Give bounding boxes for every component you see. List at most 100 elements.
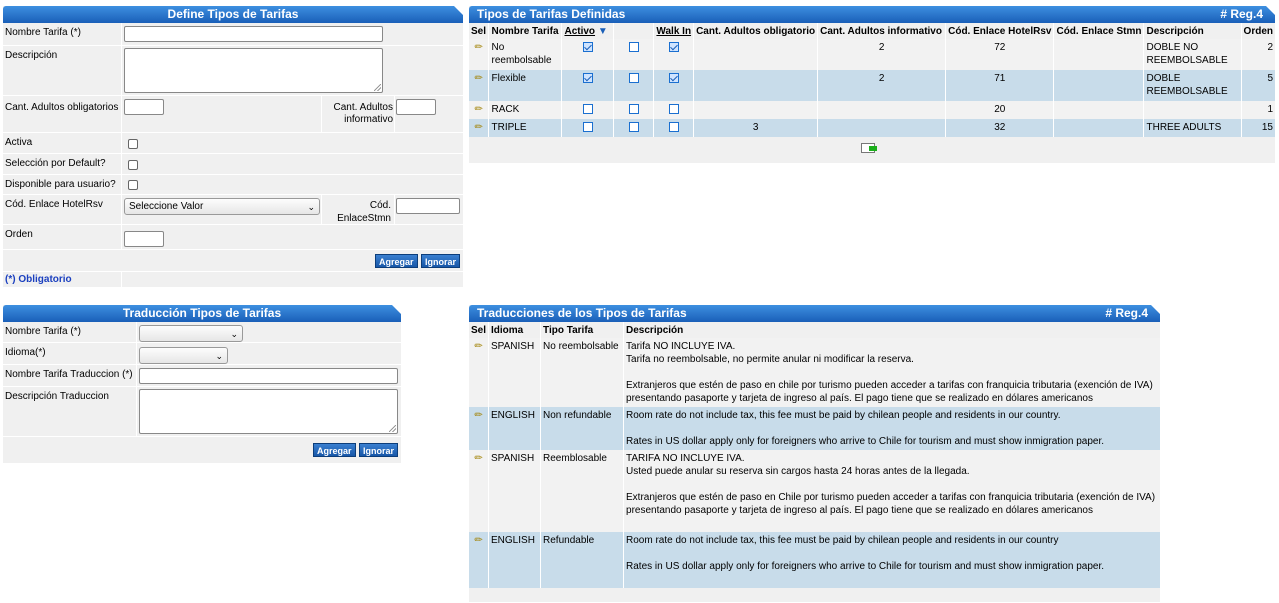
edit-pencil-icon[interactable]: ✏ [475, 121, 483, 134]
cell-sel[interactable]: ✏ [469, 70, 490, 101]
cant-adultos-oblig-input[interactable] [124, 99, 164, 115]
trad-descripcion-textarea[interactable] [139, 389, 398, 434]
nombre-tarifa-input[interactable] [124, 26, 383, 42]
cell-sel[interactable]: ✏ [469, 39, 490, 70]
cant-adultos-info-input[interactable] [396, 99, 436, 115]
cell-walkin[interactable] [653, 101, 695, 119]
table-row[interactable]: ✏ RACK 20 1 [469, 101, 1275, 119]
header-cod-stmn[interactable]: Cód. Enlace Stmn [1053, 23, 1145, 39]
activo-checkbox[interactable] [582, 42, 593, 53]
walkin-checkbox[interactable] [668, 42, 679, 53]
trackrack-checkbox[interactable] [628, 73, 639, 84]
cell-activo[interactable] [561, 119, 615, 137]
cell-descripcion: Room rate do not include tax, this fee m… [623, 407, 1160, 450]
walkin-checkbox[interactable] [668, 73, 679, 84]
cell-sel[interactable]: ✏ [469, 338, 490, 407]
cod-enlace-hotelrsv-select[interactable]: Seleccione Valor ⌄ [124, 198, 320, 215]
cell-walkin[interactable] [653, 70, 695, 101]
activo-checkbox[interactable] [582, 122, 593, 133]
cell-cant-oblig [693, 70, 819, 101]
walkin-checkbox[interactable] [668, 104, 679, 115]
table-row[interactable]: ✏ SPANISH Reemblosable TARIFA NO INCLUYE IV… [469, 450, 1160, 532]
cod-enlace-stmn-input[interactable] [396, 198, 460, 214]
reg-count: # Reg.4 [1220, 7, 1263, 21]
cell-tipo: Non refundable [540, 407, 625, 450]
cell-trackrack[interactable] [613, 119, 655, 137]
table-row[interactable]: ✏ Flexible 2 71 DOBLE REEMBOLSABLE 5 [469, 70, 1275, 101]
descripcion-textarea[interactable] [124, 48, 383, 93]
cell-trackrack[interactable] [613, 101, 655, 119]
orden-input[interactable] [124, 231, 164, 247]
activo-checkbox[interactable] [582, 104, 593, 115]
table-row[interactable]: ✏ SPANISH No reembolsable Tarifa NO INCLUYE… [469, 338, 1160, 407]
trad-agregar-button[interactable]: Agregar [313, 443, 356, 457]
trad-nombre-label: Nombre Tarifa (*) [5, 326, 81, 337]
cell-walkin[interactable] [653, 119, 695, 137]
header-walkin[interactable]: Walk In [653, 23, 695, 39]
trackrack-checkbox[interactable] [628, 122, 639, 133]
cell-trackrack[interactable] [613, 70, 655, 101]
header-cod-hotelrsv[interactable]: Cód. Enlace HotelRsv [945, 23, 1055, 39]
header-tipo[interactable]: Tipo Tarifa [540, 322, 625, 338]
header-activo[interactable]: Activo ▼ [561, 23, 615, 39]
cell-activo[interactable] [561, 101, 615, 119]
disponible-checkbox[interactable] [128, 180, 138, 190]
edit-pencil-icon[interactable]: ✏ [474, 409, 482, 422]
header-nombre[interactable]: Nombre Tarifa [488, 23, 563, 39]
edit-pencil-icon[interactable]: ✏ [474, 340, 482, 353]
header-activo-label[interactable]: Activo [564, 26, 595, 37]
sort-desc-icon[interactable]: ▼ [598, 26, 608, 37]
edit-pencil-icon[interactable]: ✏ [475, 72, 483, 85]
descripcion-line: Tarifa no reembolsable, no permite anula… [626, 354, 914, 365]
table-row[interactable]: ✏ ENGLISH Refundable Room rate do not inclu… [469, 532, 1160, 588]
header-idioma[interactable]: Idioma [488, 322, 542, 338]
edit-pencil-icon[interactable]: ✏ [474, 452, 482, 465]
seleccion-default-checkbox[interactable] [128, 160, 138, 170]
header-descripcion[interactable]: Descripción [624, 322, 1160, 338]
obligatorio-note: (*) Obligatorio [5, 274, 72, 285]
trad-ignorar-button[interactable]: Ignorar [359, 443, 399, 457]
cell-activo[interactable] [561, 70, 615, 101]
table-row[interactable]: ✏ ENGLISH Non refundable Room rate do not i… [469, 407, 1160, 450]
descripcion-line [626, 366, 1158, 379]
add-row-icon[interactable] [861, 143, 877, 153]
walkin-checkbox[interactable] [668, 122, 679, 133]
trackrack-checkbox[interactable] [628, 104, 639, 115]
cell-sel[interactable]: ✏ [469, 119, 490, 137]
cell-trackrack[interactable] [613, 39, 655, 70]
header-orden[interactable]: Orden [1241, 23, 1275, 39]
cell-sel[interactable]: ✏ [469, 450, 490, 532]
cell-sel[interactable]: ✏ [469, 532, 490, 588]
edit-pencil-icon[interactable]: ✏ [475, 103, 483, 116]
header-trackrack[interactable] [613, 23, 655, 39]
tarifas-definidas-panel: Tipos de Tarifas Definidas # Reg.4 Sel No… [469, 6, 1275, 163]
descripcion-line: Extranjeros que estén de paso en chile p… [626, 380, 1153, 391]
activa-checkbox[interactable] [128, 139, 138, 149]
header-cant-info[interactable]: Cant. Adultos informativo [817, 23, 947, 39]
agregar-button[interactable]: Agregar [375, 254, 418, 268]
edit-pencil-icon[interactable]: ✏ [474, 534, 482, 547]
cell-tipo: No reembolsable [540, 338, 625, 407]
descripcion-line: Tarifa NO INCLUYE IVA. [626, 341, 736, 352]
trad-nombre-select[interactable]: ⌄ [139, 325, 243, 342]
activo-checkbox[interactable] [582, 73, 593, 84]
header-cant-oblig[interactable]: Cant. Adultos obligatorio [693, 23, 819, 39]
cell-sel[interactable]: ✏ [469, 101, 490, 119]
corner-fold [1151, 305, 1160, 314]
table-row[interactable]: ✏ TRIPLE 3 32 THREE ADULTS 15 [469, 119, 1275, 137]
trad-idioma-select[interactable]: ⌄ [139, 347, 228, 364]
trad-nombre-trad-input[interactable] [139, 368, 398, 384]
trackrack-checkbox[interactable] [628, 42, 639, 53]
cell-activo[interactable] [561, 39, 615, 70]
edit-pencil-icon[interactable]: ✏ [475, 41, 483, 54]
cell-cant-oblig [693, 39, 819, 70]
add-row-icon-arrow [869, 146, 877, 151]
cell-walkin[interactable] [653, 39, 695, 70]
header-descripcion[interactable]: Descripción [1143, 23, 1242, 39]
cell-sel[interactable]: ✏ [469, 407, 490, 450]
table-row[interactable]: ✏ No reembolsable 2 72 DOBLE NO REEMBOLSABLE… [469, 39, 1275, 70]
ignorar-button[interactable]: Ignorar [421, 254, 461, 268]
header-walkin-label[interactable]: Walk In [656, 26, 691, 37]
cod-enlace-stmn-label: Cód. EnlaceStmn [337, 200, 391, 224]
descripcion-line: presentando pasaporte y tarjeta de ingre… [626, 505, 1093, 516]
